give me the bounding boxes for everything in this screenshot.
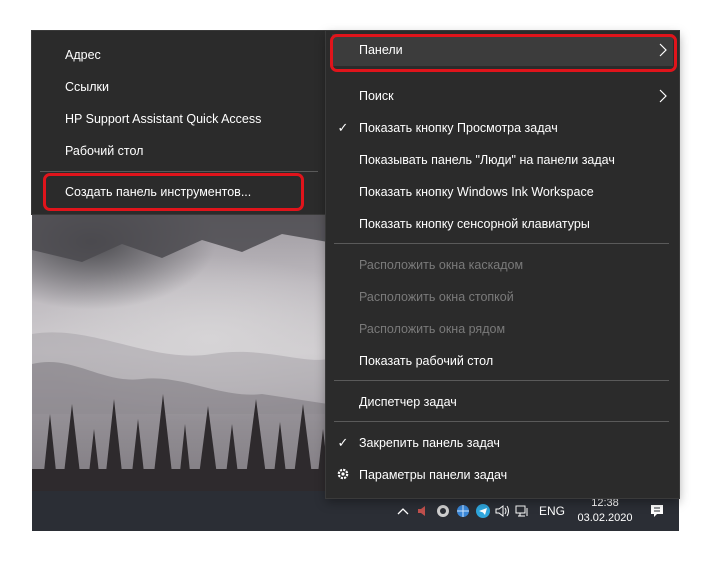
submenu-item-desktop[interactable]: Рабочий стол xyxy=(65,140,143,162)
menu-divider xyxy=(334,380,669,381)
menu-item-lock-taskbar[interactable]: ✓ Закрепить панель задач xyxy=(326,428,679,458)
gear-icon xyxy=(336,467,350,484)
menu-divider xyxy=(334,421,669,422)
menu-item-touch-keyboard-label: Показать кнопку сенсорной клавиатуры xyxy=(359,217,590,231)
menu-item-lock-taskbar-label: Закрепить панель задач xyxy=(359,436,500,450)
clock-time: 12:38 xyxy=(591,497,619,509)
menu-item-show-desktop[interactable]: Показать рабочий стол xyxy=(326,346,679,376)
wallpaper-art xyxy=(32,214,328,491)
menu-item-side-by-side: Расположить окна рядом xyxy=(326,314,679,344)
desktop-wallpaper xyxy=(32,214,328,491)
menu-item-ink-workspace[interactable]: Показать кнопку Windows Ink Workspace xyxy=(326,177,679,207)
submenu-divider xyxy=(40,171,318,172)
taskbar-context-menu: Панели Поиск ✓ Показать кнопку Просмотра… xyxy=(326,31,679,498)
clock[interactable]: 12:38 03.02.2020 xyxy=(575,496,635,526)
menu-item-task-manager-label: Диспетчер задач xyxy=(359,395,457,409)
clock-date: 03.02.2020 xyxy=(577,512,633,524)
menu-divider xyxy=(334,243,669,244)
menu-item-task-manager[interactable]: Диспетчер задач xyxy=(326,387,679,417)
menu-item-taskbar-settings-label: Параметры панели задач xyxy=(359,468,508,482)
submenu-item-hp-support[interactable]: HP Support Assistant Quick Access xyxy=(65,108,261,130)
menu-item-task-view[interactable]: ✓ Показать кнопку Просмотра задач xyxy=(326,113,679,143)
menu-item-cascade: Расположить окна каскадом xyxy=(326,250,679,280)
chevron-right-icon xyxy=(659,89,667,106)
menu-item-show-desktop-label: Показать рабочий стол xyxy=(359,354,494,368)
menu-item-task-view-label: Показать кнопку Просмотра задач xyxy=(359,121,558,135)
menu-item-search-label: Поиск xyxy=(359,89,394,103)
menu-item-people[interactable]: Показывать панель "Люди" на панели задач xyxy=(326,145,679,175)
submenu-item-links[interactable]: Ссылки xyxy=(65,76,109,98)
submenu-item-address[interactable]: Адрес xyxy=(65,44,101,66)
menu-item-side-by-side-label: Расположить окна рядом xyxy=(359,322,506,336)
menu-item-taskbar-settings[interactable]: Параметры панели задач xyxy=(326,460,679,490)
panels-highlight xyxy=(330,34,677,72)
menu-item-stack: Расположить окна стопкой xyxy=(326,282,679,312)
language-indicator[interactable]: ENG xyxy=(533,504,575,518)
menu-item-touch-keyboard[interactable]: Показать кнопку сенсорной клавиатуры xyxy=(326,209,679,239)
checkmark-icon: ✓ xyxy=(337,120,349,135)
menu-item-search[interactable]: Поиск xyxy=(326,81,679,111)
menu-item-cascade-label: Расположить окна каскадом xyxy=(359,258,524,272)
menu-item-stack-label: Расположить окна стопкой xyxy=(359,290,514,304)
checkmark-icon: ✓ xyxy=(337,435,349,450)
menu-item-people-label: Показывать панель "Люди" на панели задач xyxy=(359,153,615,167)
menu-item-ink-workspace-label: Показать кнопку Windows Ink Workspace xyxy=(359,185,594,199)
create-toolbar-highlight xyxy=(43,173,304,211)
